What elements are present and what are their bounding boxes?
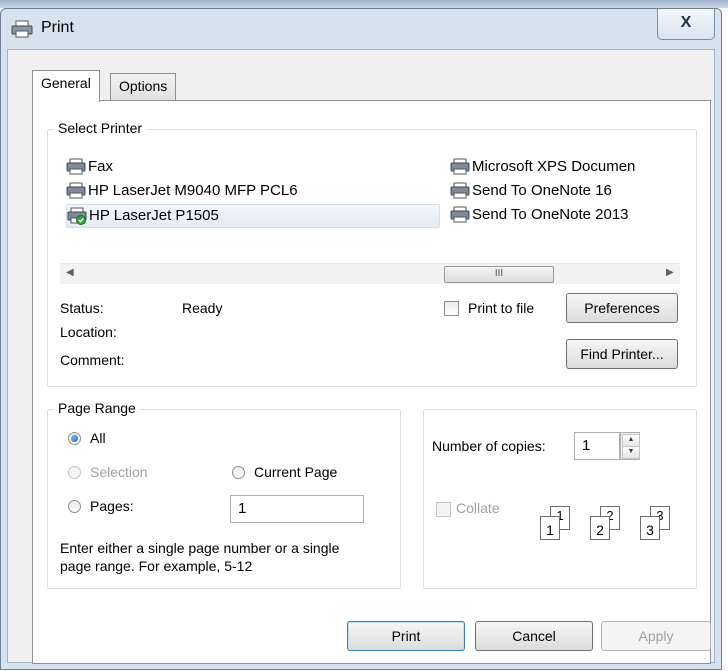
all-radio[interactable]	[68, 432, 81, 445]
comment-label: Comment:	[60, 352, 125, 368]
printer-label: HP LaserJet P1505	[89, 207, 219, 224]
find-printer-button[interactable]: Find Printer...	[566, 339, 678, 369]
scroll-right-icon[interactable]: ▶	[666, 267, 674, 278]
scroll-left-icon[interactable]: ◀	[66, 267, 74, 278]
printer-item-onenote-16[interactable]: Send To OneNote 16	[450, 180, 612, 202]
selection-radio[interactable]	[68, 466, 81, 479]
printer-item-hp-m9040[interactable]: HP LaserJet M9040 MFP PCL6	[66, 180, 298, 202]
apply-button[interactable]: Apply	[601, 621, 711, 651]
location-label: Location:	[60, 324, 117, 340]
current-page-radio[interactable]	[232, 466, 245, 479]
copies-spinner[interactable]: ▲ ▼	[620, 432, 640, 460]
printer-icon	[450, 182, 470, 200]
current-page-radio-label: Current Page	[254, 464, 338, 480]
collate-illustration: 1 1 2 2 3 3	[534, 506, 684, 558]
printer-label: Send To OneNote 2013	[472, 206, 629, 223]
page-range-help-line1: Enter either a single page number or a s…	[60, 540, 340, 556]
printer-item-xps[interactable]: Microsoft XPS Documen	[450, 156, 682, 178]
dialog-body: General Options Select Printer Fax HP La…	[7, 49, 715, 664]
close-button[interactable]: X	[657, 9, 715, 40]
printer-icon	[66, 182, 86, 200]
copies-group: Number of copies: 1 ▲ ▼ Collate 1 1 2 2 …	[423, 409, 697, 589]
page-sheet: 2	[590, 516, 610, 540]
printer-icon	[450, 158, 470, 176]
collate-checkbox[interactable]	[436, 502, 451, 517]
select-printer-group: Select Printer Fax HP LaserJet M9040 MFP…	[47, 120, 697, 387]
status-value: Ready	[182, 300, 223, 316]
printer-icon	[450, 206, 470, 224]
close-icon: X	[680, 14, 692, 31]
print-to-file-checkbox[interactable]	[444, 301, 459, 316]
print-dialog: Print X General Options Select Printer F…	[0, 8, 722, 670]
printer-label: Microsoft XPS Documen	[472, 158, 636, 175]
pages-radio-label: Pages:	[90, 498, 134, 514]
scroll-thumb[interactable]: III	[444, 266, 554, 283]
spin-down-icon[interactable]: ▼	[622, 446, 640, 459]
window-frame-top	[0, 0, 728, 8]
printer-item-hp-p1505[interactable]: HP LaserJet P1505	[66, 204, 440, 228]
page-range-group: Page Range All Selection Current Page Pa…	[47, 400, 401, 589]
cancel-button[interactable]: Cancel	[475, 621, 593, 651]
radio-selected-dot	[71, 435, 78, 442]
printer-icon	[11, 20, 33, 38]
tab-options[interactable]: Options	[110, 73, 177, 100]
number-of-copies-label: Number of copies:	[432, 438, 546, 454]
print-button[interactable]: Print	[347, 621, 465, 651]
all-radio-label: All	[90, 430, 106, 446]
general-tab-panel: Select Printer Fax HP LaserJet M9040 MFP…	[32, 100, 711, 664]
default-printer-icon	[67, 207, 87, 225]
window-title: Print	[41, 19, 74, 36]
pages-radio[interactable]	[68, 500, 81, 513]
printer-list-scrollbar[interactable]: ◀ III ▶	[60, 263, 680, 284]
status-label: Status:	[60, 300, 104, 316]
printer-label: HP LaserJet M9040 MFP PCL6	[88, 182, 298, 199]
printer-item-onenote-2013[interactable]: Send To OneNote 2013	[450, 204, 629, 226]
page-range-help-line2: page range. For example, 5-12	[60, 558, 253, 574]
collate-label: Collate	[456, 500, 500, 516]
page-sheet: 3	[640, 516, 660, 540]
preferences-button[interactable]: Preferences	[566, 293, 678, 323]
page-range-label: Page Range	[54, 400, 140, 416]
title-bar[interactable]: Print X	[1, 9, 721, 47]
printer-item-fax[interactable]: Fax	[66, 156, 113, 178]
fax-printer-icon	[66, 158, 86, 176]
pages-input[interactable]: 1	[230, 495, 364, 523]
tab-general[interactable]: General	[32, 70, 100, 102]
selection-radio-label: Selection	[90, 464, 148, 480]
printer-label: Send To OneNote 16	[472, 182, 612, 199]
select-printer-label: Select Printer	[54, 120, 147, 136]
print-to-file-label: Print to file	[468, 300, 535, 316]
printer-label: Fax	[88, 158, 114, 175]
page-sheet: 1	[540, 516, 560, 540]
number-of-copies-input[interactable]: 1	[574, 432, 620, 460]
